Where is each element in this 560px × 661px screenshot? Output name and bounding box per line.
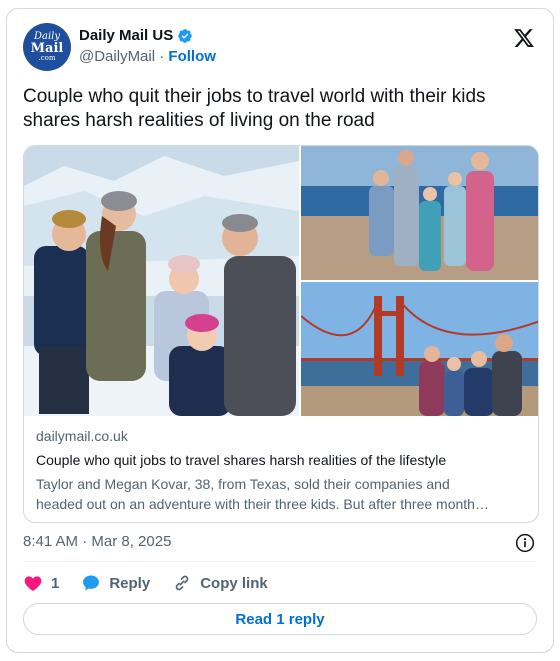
reply-button[interactable]: Reply <box>81 573 150 593</box>
reply-label: Reply <box>109 574 151 592</box>
tweet-timestamp[interactable]: 8:41 AM · Mar 8, 2025 <box>23 533 171 550</box>
x-logo-icon[interactable] <box>513 27 535 49</box>
timestamp-row: 8:41 AM · Mar 8, 2025 <box>23 533 537 553</box>
follow-button[interactable]: Follow <box>168 48 216 65</box>
like-button[interactable]: 1 <box>23 573 59 593</box>
tweet-text: Couple who quit their jobs to travel wor… <box>23 86 486 131</box>
link-title: Couple who quit jobs to travel shares ha… <box>36 452 447 468</box>
handle-row: @DailyMail · Follow <box>79 48 216 65</box>
separator: · <box>159 48 165 65</box>
handle[interactable]: @DailyMail <box>79 48 155 65</box>
read-replies-button[interactable]: Read 1 reply <box>23 603 537 635</box>
tweet-embed-card: Daily Mail .com Daily Mail US @DailyMail… <box>6 8 554 653</box>
family-coast-photo <box>301 146 538 280</box>
tweet-actions: 1 Reply Copy link <box>23 571 537 595</box>
link-description-line: Taylor and Megan Kovar, 38, from Texas, … <box>36 476 450 492</box>
copy-link-label: Copy link <box>200 574 268 592</box>
link-preview-meta: dailymail.co.uk Couple who quit jobs to … <box>36 428 526 514</box>
family-golden-gate-photo <box>300 282 538 416</box>
display-name[interactable]: Daily Mail US <box>79 27 173 44</box>
display-name-row[interactable]: Daily Mail US <box>79 27 216 44</box>
link-description-line: headed out on an adventure with their th… <box>36 496 489 512</box>
account-names: Daily Mail US @DailyMail · Follow <box>79 27 216 65</box>
avatar-logo-text: .com <box>38 54 56 62</box>
info-icon[interactable] <box>515 533 535 553</box>
divider <box>23 561 537 562</box>
family-glacier-photo <box>24 146 299 416</box>
link-description: Taylor and Megan Kovar, 38, from Texas, … <box>36 474 526 514</box>
heart-icon <box>24 576 42 591</box>
reply-bubble-icon <box>83 575 100 591</box>
copy-link-button[interactable]: Copy link <box>172 573 268 593</box>
avatar[interactable]: Daily Mail .com <box>23 23 71 71</box>
tweet-header: Daily Mail .com Daily Mail US @DailyMail… <box>23 23 537 73</box>
link-preview-media <box>24 146 538 416</box>
link-icon <box>175 575 189 591</box>
verified-badge-icon <box>178 28 193 43</box>
like-count: 1 <box>51 574 60 592</box>
link-preview-card[interactable]: dailymail.co.uk Couple who quit jobs to … <box>23 145 539 523</box>
link-domain: dailymail.co.uk <box>36 428 128 444</box>
